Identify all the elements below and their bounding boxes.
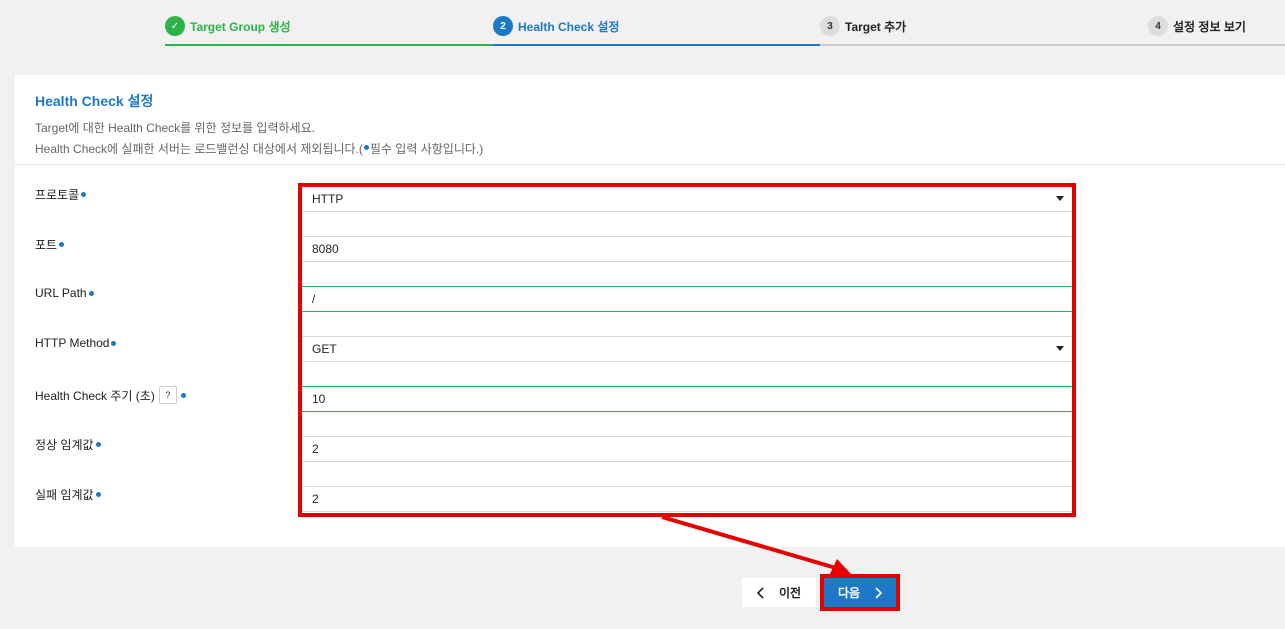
step-health-check[interactable]: 2 Health Check 설정 bbox=[493, 14, 820, 46]
panel-header: Health Check 설정 Target에 대한 Health Check를… bbox=[15, 75, 1285, 165]
unhealthy-threshold-input[interactable]: 2 bbox=[302, 486, 1072, 512]
protocol-label: 프로토콜 bbox=[35, 186, 87, 203]
url-path-label: URL Path bbox=[35, 286, 94, 300]
check-icon: ✓ bbox=[165, 16, 185, 36]
port-label: 포트 bbox=[35, 236, 65, 253]
interval-input[interactable]: 10 bbox=[302, 386, 1072, 412]
required-dot-icon bbox=[95, 442, 101, 447]
health-check-panel: Health Check 설정 Target에 대한 Health Check를… bbox=[15, 75, 1285, 547]
port-input[interactable]: 8080 bbox=[302, 236, 1072, 262]
step-number: 3 bbox=[820, 16, 840, 36]
step-target-group[interactable]: ✓ Target Group 생성 bbox=[165, 14, 493, 46]
description-line-1: Target에 대한 Health Check를 위한 정보를 입력하세요. bbox=[35, 121, 315, 135]
step-summary[interactable]: 4 설정 정보 보기 bbox=[1148, 14, 1285, 46]
required-dot-icon bbox=[88, 290, 94, 296]
wizard-stepper: ✓ Target Group 생성 2 Health Check 설정 3 Ta… bbox=[165, 14, 1285, 46]
required-dot-icon bbox=[180, 392, 186, 398]
interval-label: Health Check 주기 (초)? bbox=[35, 386, 186, 404]
required-dot-icon bbox=[363, 145, 369, 150]
chevron-right-icon bbox=[875, 586, 883, 599]
required-dot-icon bbox=[111, 340, 117, 346]
step-label: Target Group 생성 bbox=[190, 20, 291, 34]
panel-description: Target에 대한 Health Check를 위한 정보를 입력하세요. H… bbox=[35, 118, 1265, 160]
step-label: Target 추가 bbox=[845, 20, 907, 34]
healthy-threshold-label: 정상 임계값 bbox=[35, 436, 101, 453]
prev-button[interactable]: 이전 bbox=[742, 578, 816, 607]
step-label: 설정 정보 보기 bbox=[1173, 20, 1246, 34]
healthy-threshold-input[interactable]: 2 bbox=[302, 436, 1072, 462]
step-label: Health Check 설정 bbox=[518, 20, 620, 34]
step-number: 2 bbox=[493, 16, 513, 36]
required-dot-icon bbox=[59, 242, 65, 247]
protocol-select[interactable]: HTTP bbox=[302, 186, 1072, 212]
http-method-label: HTTP Method bbox=[35, 336, 117, 350]
chevron-left-icon bbox=[756, 586, 764, 599]
help-icon[interactable]: ? bbox=[158, 386, 177, 404]
panel-title: Health Check 설정 bbox=[35, 93, 154, 109]
caret-down-icon bbox=[1056, 196, 1064, 201]
unhealthy-threshold-label: 실패 임계값 bbox=[35, 486, 101, 503]
required-dot-icon bbox=[95, 492, 101, 497]
next-button[interactable]: 다음 bbox=[824, 578, 896, 607]
url-path-input[interactable]: / bbox=[302, 286, 1072, 312]
caret-down-icon bbox=[1056, 346, 1064, 351]
description-line-2: Health Check에 실패한 서버는 로드밸런싱 대상에서 제외됩니다.(… bbox=[35, 142, 484, 156]
step-add-target[interactable]: 3 Target 추가 bbox=[820, 14, 1148, 46]
required-dot-icon bbox=[81, 192, 87, 197]
step-number: 4 bbox=[1148, 16, 1168, 36]
http-method-select[interactable]: GET bbox=[302, 336, 1072, 362]
